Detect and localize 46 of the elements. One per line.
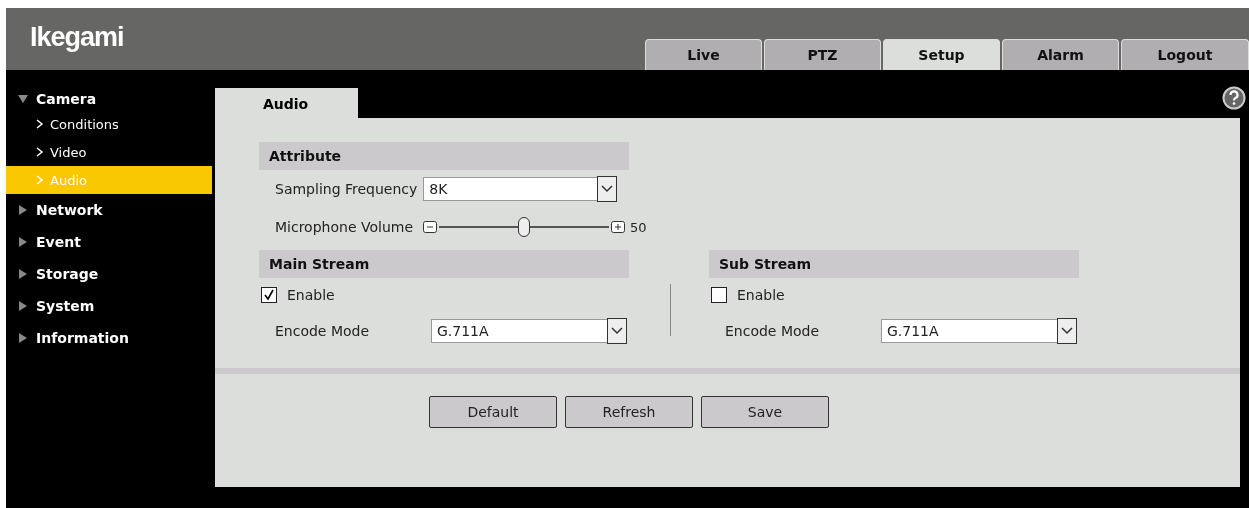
triangle-right-icon — [18, 301, 28, 311]
volume-value: 50 — [630, 219, 647, 235]
sidebar-subitem[interactable]: Conditions — [6, 110, 212, 138]
triangle-down-icon — [18, 94, 28, 104]
section-header: Main Stream — [259, 250, 629, 278]
nav-tab[interactable]: PTZ — [764, 39, 881, 70]
chevron-right-icon — [36, 147, 44, 157]
checkbox[interactable] — [711, 287, 727, 303]
sidebar-item[interactable]: Network — [6, 194, 212, 226]
checkbox[interactable] — [261, 287, 277, 303]
dropdown[interactable]: 8K — [423, 177, 618, 201]
minus-icon[interactable] — [423, 221, 437, 233]
triangle-right-icon — [18, 269, 28, 279]
field-label: Microphone Volume — [275, 219, 413, 235]
field-label: Encode Mode — [275, 323, 371, 339]
action-button[interactable]: Save — [701, 396, 829, 428]
content-tab[interactable]: Audio — [215, 88, 358, 118]
dropdown[interactable]: G.711A — [431, 319, 627, 343]
checkbox-label: Enable — [737, 287, 785, 303]
help-icon[interactable] — [1222, 86, 1246, 110]
checkbox-label: Enable — [287, 287, 335, 303]
nav-tab[interactable]: Live — [645, 39, 762, 70]
sidebar-item[interactable]: Camera — [6, 88, 212, 110]
section-header: Sub Stream — [709, 250, 1079, 278]
sidebar-item[interactable]: Storage — [6, 258, 212, 290]
action-button[interactable]: Default — [429, 396, 557, 428]
sidebar-subitem[interactable]: Video — [6, 138, 212, 166]
sidebar-item[interactable]: System — [6, 290, 212, 322]
action-button[interactable]: Refresh — [565, 396, 693, 428]
sidebar-item[interactable]: Information — [6, 322, 212, 354]
triangle-right-icon — [18, 333, 28, 343]
chevron-right-icon — [36, 119, 44, 129]
dropdown[interactable]: G.711A — [881, 319, 1077, 343]
field-label: Encode Mode — [725, 323, 821, 339]
chevron-right-icon — [36, 175, 44, 185]
triangle-right-icon — [18, 205, 28, 215]
sidebar-item[interactable]: Event — [6, 226, 212, 258]
triangle-right-icon — [18, 237, 28, 247]
field-label: Sampling Frequency — [275, 181, 418, 197]
slider-thumb[interactable] — [518, 217, 530, 237]
nav-tab[interactable]: Setup — [883, 39, 1000, 70]
section-header: Attribute — [259, 142, 629, 170]
nav-tab[interactable]: Logout — [1121, 39, 1249, 70]
plus-icon[interactable] — [611, 221, 625, 233]
nav-tab[interactable]: Alarm — [1002, 39, 1119, 70]
logo: Ikegami — [30, 22, 124, 53]
